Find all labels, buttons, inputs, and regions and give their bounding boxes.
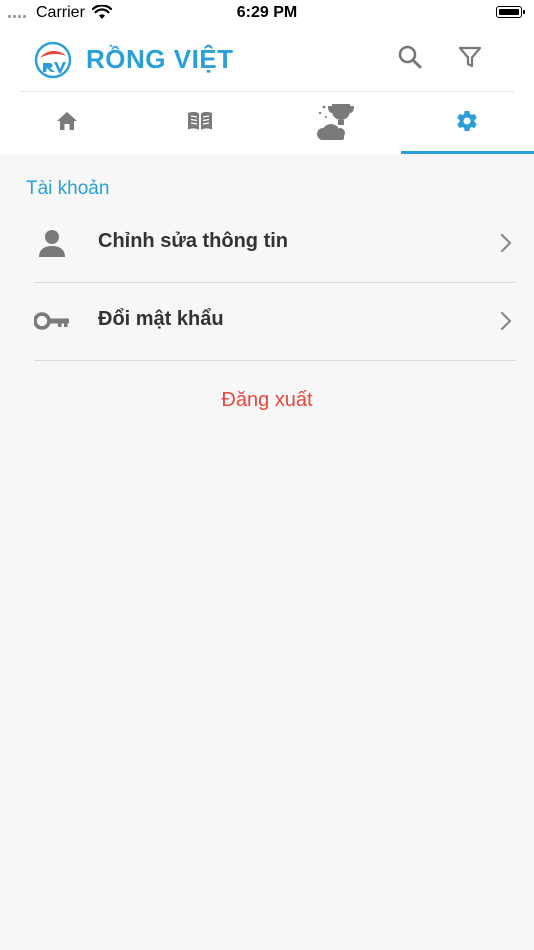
home-icon	[55, 110, 79, 137]
rong-viet-logo-icon	[34, 41, 72, 79]
tab-book[interactable]	[134, 92, 268, 154]
gear-icon	[455, 109, 479, 138]
filter-icon	[457, 44, 483, 75]
clock: 6:29 PM	[236, 4, 298, 21]
key-icon	[34, 305, 70, 337]
chevron-right-icon	[500, 233, 512, 258]
tab-settings[interactable]	[400, 92, 534, 154]
tab-home[interactable]	[0, 92, 134, 154]
status-bar: Carrier 6:29 PM	[0, 0, 534, 28]
edit-profile-label: Chỉnh sửa thông tin	[98, 230, 289, 252]
app-header: RỒNG VIỆT	[0, 28, 534, 92]
brand-name: RỒNG VIỆT	[86, 44, 234, 74]
chevron-right-icon	[500, 311, 512, 336]
book-icon	[186, 110, 214, 137]
search-button[interactable]	[395, 44, 425, 74]
tab-bar	[0, 92, 534, 154]
tab-trophy[interactable]	[267, 92, 401, 154]
person-icon	[34, 227, 70, 259]
change-password-label: Đổi mật khẩu	[98, 308, 224, 330]
battery-icon	[496, 6, 525, 18]
settings-screen: Carrier 6:29 PM RỒNG VIỆT Tài khoản Chỉn…	[0, 0, 534, 950]
edit-profile-item[interactable]: Chỉnh sửa thông tin	[34, 205, 516, 283]
search-icon	[397, 44, 423, 75]
filter-button[interactable]	[455, 44, 485, 74]
section-title-account: Tài khoản	[26, 178, 110, 199]
change-password-item[interactable]: Đổi mật khẩu	[34, 283, 516, 361]
trophy-icon	[314, 101, 354, 146]
logout-button[interactable]: Đăng xuất	[0, 389, 534, 412]
